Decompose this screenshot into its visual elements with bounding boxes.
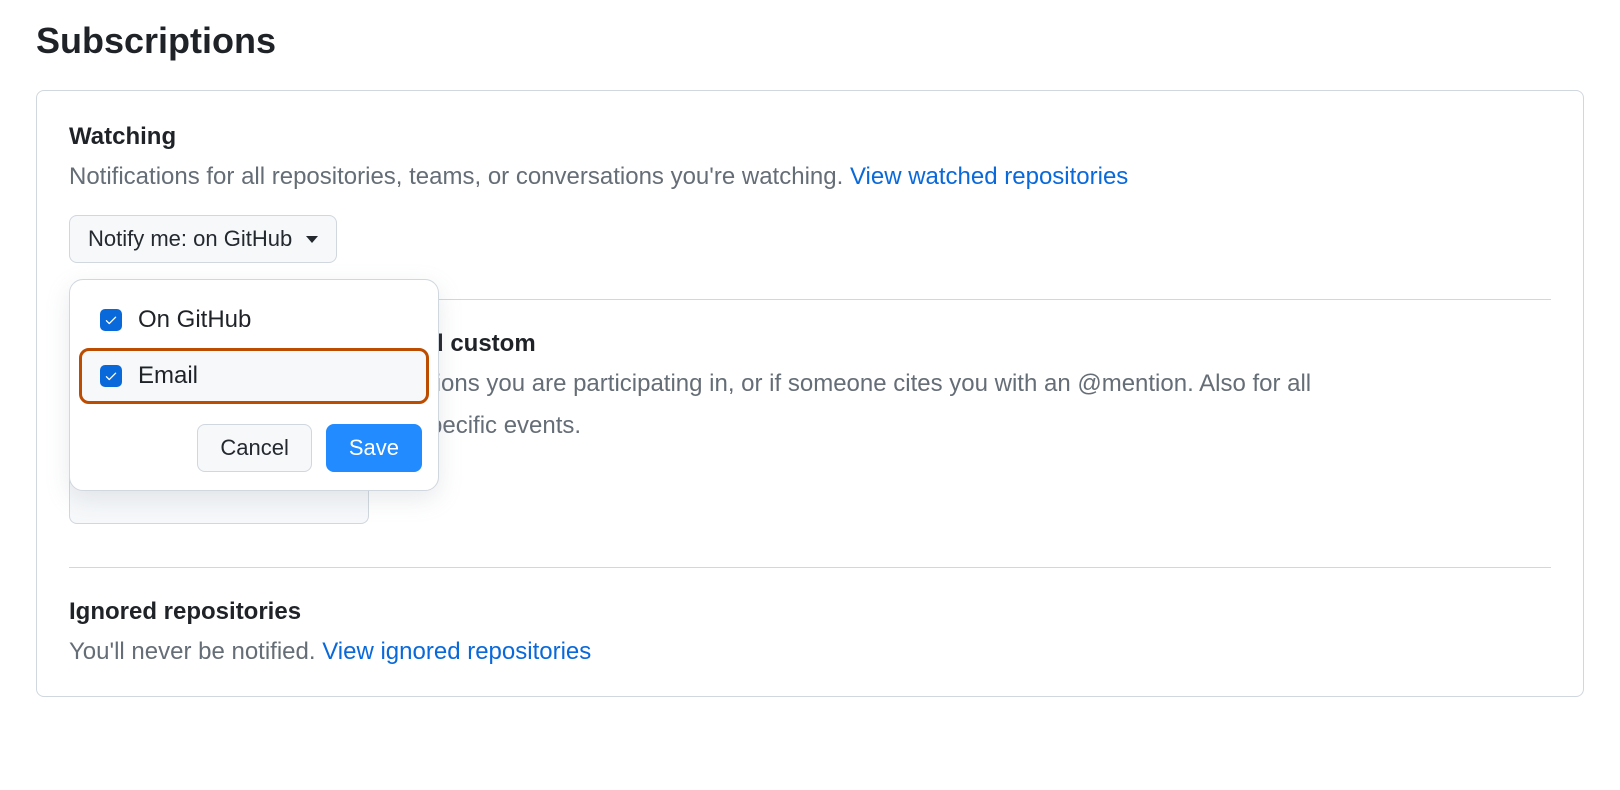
divider xyxy=(69,567,1551,568)
notify-me-dropdown[interactable]: Notify me: on GitHub xyxy=(69,215,337,263)
caret-down-icon xyxy=(306,236,318,243)
option-email[interactable]: Email xyxy=(79,348,429,404)
option-on-github[interactable]: On GitHub xyxy=(82,292,426,348)
watching-section: Watching Notifications for all repositor… xyxy=(69,123,1551,263)
ignored-description: You'll never be notified. View ignored r… xyxy=(69,634,1551,670)
view-ignored-link[interactable]: View ignored repositories xyxy=(322,638,591,665)
watching-title: Watching xyxy=(69,123,1551,151)
view-watched-link[interactable]: View watched repositories xyxy=(850,163,1128,190)
notify-options-popover: On GitHub Email Cancel Save xyxy=(69,279,439,491)
option-label: Email xyxy=(138,362,198,390)
notify-dropdown-label: Notify me: on GitHub xyxy=(88,226,292,252)
ignored-title: Ignored repositories xyxy=(69,598,1551,626)
subscriptions-panel: Watching Notifications for all repositor… xyxy=(36,90,1584,697)
cancel-button[interactable]: Cancel xyxy=(197,424,311,472)
watching-desc-text: Notifications for all repositories, team… xyxy=(69,163,850,190)
watching-description: Notifications for all repositories, team… xyxy=(69,159,1551,195)
ignored-section: Ignored repositories You'll never be not… xyxy=(69,598,1551,670)
popover-actions: Cancel Save xyxy=(82,424,426,472)
option-label: On GitHub xyxy=(138,306,251,334)
page-title: Subscriptions xyxy=(36,20,1584,62)
checkbox-checked-icon[interactable] xyxy=(100,309,122,331)
checkbox-checked-icon[interactable] xyxy=(100,365,122,387)
ignored-desc-text: You'll never be notified. xyxy=(69,638,322,665)
notify-dropdown-wrapper: Notify me: on GitHub On GitHub Email xyxy=(69,215,337,263)
save-button[interactable]: Save xyxy=(326,424,422,472)
